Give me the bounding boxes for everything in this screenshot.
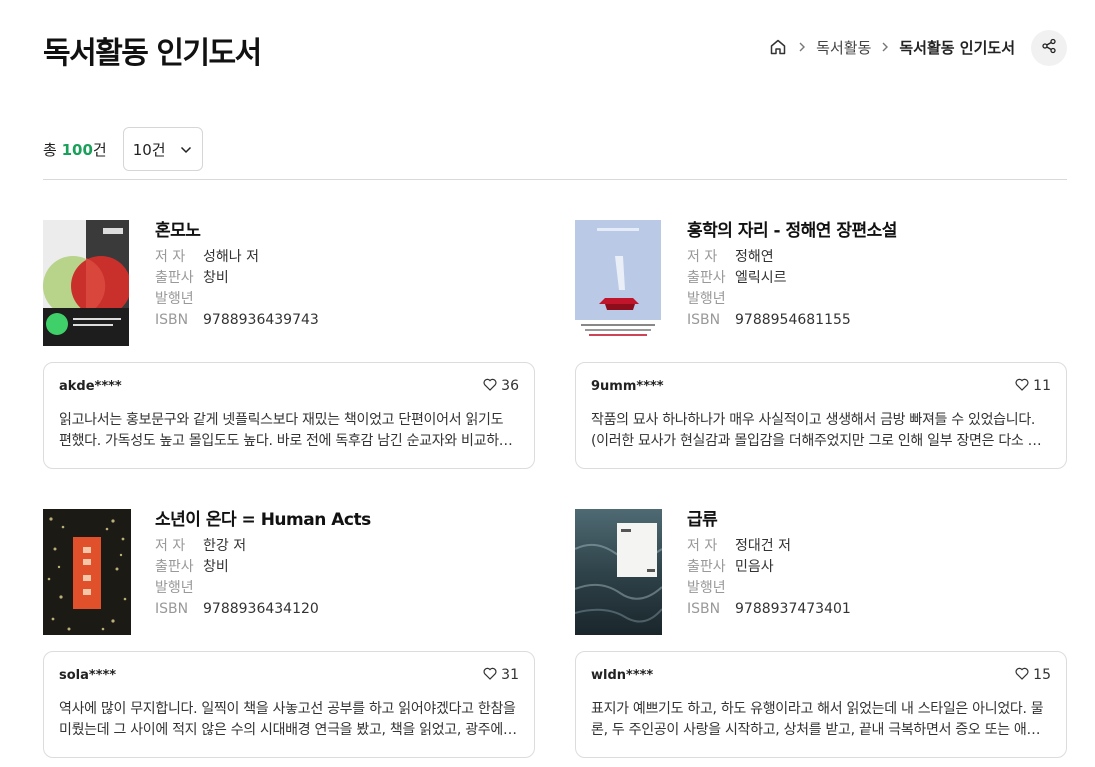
isbn-value: 9788954681155	[735, 312, 851, 328]
book-info: 소년이 온다 = Human Acts 저 자 한강 저 출판사 창비 발행년 IS…	[155, 509, 371, 620]
book-info: 혼모노 저 자 성해나 저 출판사 창비 발행년 ISBN 9788936439743	[155, 220, 319, 331]
book-title[interactable]: 소년이 온다 = Human Acts	[155, 509, 371, 531]
book-meta: 저 자 정해연 출판사 엘릭시르 발행년 ISBN 9788954681155	[687, 247, 897, 331]
like-count[interactable]: 11	[1015, 378, 1051, 395]
like-count[interactable]: 36	[483, 378, 519, 395]
isbn-value: 9788936434120	[203, 601, 319, 617]
author-value: 정해연	[735, 249, 774, 265]
heart-icon	[483, 378, 497, 395]
review-card[interactable]: sola**** 31 역사에 많이 무지합니다. 일찍이 책을 사놓고선 공부…	[43, 651, 535, 758]
book-title[interactable]: 혼모노	[155, 220, 319, 242]
page-size-value: 10건	[132, 140, 166, 159]
book-meta: 저 자 성해나 저 출판사 창비 발행년 ISBN 9788936439743	[155, 247, 319, 331]
chevron-right-icon	[798, 42, 806, 52]
review-text: 읽고나서는 홍보문구와 같게 넷플릭스보다 재밌는 책이었고 단편이어서 읽기도…	[59, 412, 512, 449]
review-card[interactable]: wldn**** 15 표지가 예쁘기도 하고, 하도 유행이라고 해서 읽었는…	[575, 651, 1067, 758]
isbn-label: ISBN	[155, 312, 189, 328]
review-card[interactable]: akde**** 36 읽고나서는 홍보문구와 같게 넷플릭스보다 재밌는 책이…	[43, 362, 535, 469]
author-label: 저 자	[687, 249, 718, 265]
page-size-select[interactable]: 10건	[122, 127, 203, 171]
breadcrumb: 독서활동 독서활동 인기도서	[768, 36, 1015, 58]
home-icon[interactable]	[768, 36, 788, 58]
book-cover[interactable]	[43, 509, 131, 635]
like-count[interactable]: 15	[1015, 667, 1051, 684]
breadcrumb-item-reading[interactable]: 독서활동	[816, 37, 871, 58]
chevron-down-icon	[180, 140, 192, 158]
author-label: 저 자	[155, 538, 186, 554]
book-meta: 저 자 정대건 저 출판사 민음사 발행년 ISBN 9788937473401	[687, 536, 851, 620]
reviewer-id: 9umm****	[591, 378, 664, 394]
book-info: 홍학의 자리 - 정해연 장편소설 저 자 정해연 출판사 엘릭시르 발행년 ISB…	[687, 220, 897, 331]
book-cover[interactable]	[575, 220, 661, 346]
publisher-label: 출판사	[687, 559, 726, 575]
isbn-label: ISBN	[687, 312, 721, 328]
publisher-value: 창비	[203, 270, 229, 286]
author-label: 저 자	[687, 538, 718, 554]
publisher-value: 민음사	[735, 559, 774, 575]
like-count[interactable]: 31	[483, 667, 519, 684]
book-title[interactable]: 홍학의 자리 - 정해연 장편소설	[687, 220, 897, 242]
book-title[interactable]: 급류	[687, 509, 851, 531]
heart-icon	[483, 667, 497, 684]
heart-icon	[1015, 378, 1029, 395]
author-value: 한강 저	[203, 538, 247, 554]
divider	[43, 179, 1067, 180]
share-icon	[1041, 38, 1057, 58]
page-title: 독서활동 인기도서	[43, 36, 262, 71]
breadcrumb-item-current: 독서활동 인기도서	[899, 38, 1015, 57]
share-button[interactable]	[1031, 30, 1067, 66]
book-cover[interactable]	[575, 509, 662, 635]
heart-icon	[1015, 667, 1029, 684]
isbn-value: 9788937473401	[735, 601, 851, 617]
total-count: 총 100건	[43, 140, 107, 159]
book-info: 급류 저 자 정대건 저 출판사 민음사 발행년 ISBN 9788937473401	[687, 509, 851, 620]
review-text: 작품의 묘사 하나하나가 매우 사실적이고 생생해서 금방 빠져들 수 있었습니…	[591, 412, 1041, 449]
publisher-label: 출판사	[155, 270, 194, 286]
book-cover[interactable]	[43, 220, 129, 346]
book-meta: 저 자 한강 저 출판사 창비 발행년 ISBN 9788936434120	[155, 536, 371, 620]
isbn-value: 9788936439743	[203, 312, 319, 328]
publisher-label: 출판사	[687, 270, 726, 286]
result-summary: 총 100건 10건	[43, 127, 203, 171]
isbn-label: ISBN	[155, 601, 189, 617]
reviewer-id: akde****	[59, 378, 122, 394]
author-label: 저 자	[155, 249, 186, 265]
isbn-label: ISBN	[687, 601, 721, 617]
review-text: 역사에 많이 무지합니다. 일찍이 책을 사놓고선 공부를 하고 읽어야겠다고 …	[59, 701, 516, 738]
author-value: 정대건 저	[735, 538, 791, 554]
publisher-label: 출판사	[155, 559, 194, 575]
chevron-right-icon	[881, 42, 889, 52]
author-value: 성해나 저	[203, 249, 259, 265]
year-label: 발행년	[155, 291, 194, 307]
year-label: 발행년	[155, 580, 194, 596]
reviewer-id: wldn****	[591, 667, 654, 683]
year-label: 발행년	[687, 291, 726, 307]
review-card[interactable]: 9umm**** 11 작품의 묘사 하나하나가 매우 사실적이고 생생해서 금…	[575, 362, 1067, 469]
publisher-value: 엘릭시르	[735, 270, 787, 286]
reviewer-id: sola****	[59, 667, 117, 683]
review-text: 표지가 예쁘기도 하고, 하도 유행이라고 해서 읽었는데 내 스타일은 아니었…	[591, 701, 1044, 738]
publisher-value: 창비	[203, 559, 229, 575]
year-label: 발행년	[687, 580, 726, 596]
